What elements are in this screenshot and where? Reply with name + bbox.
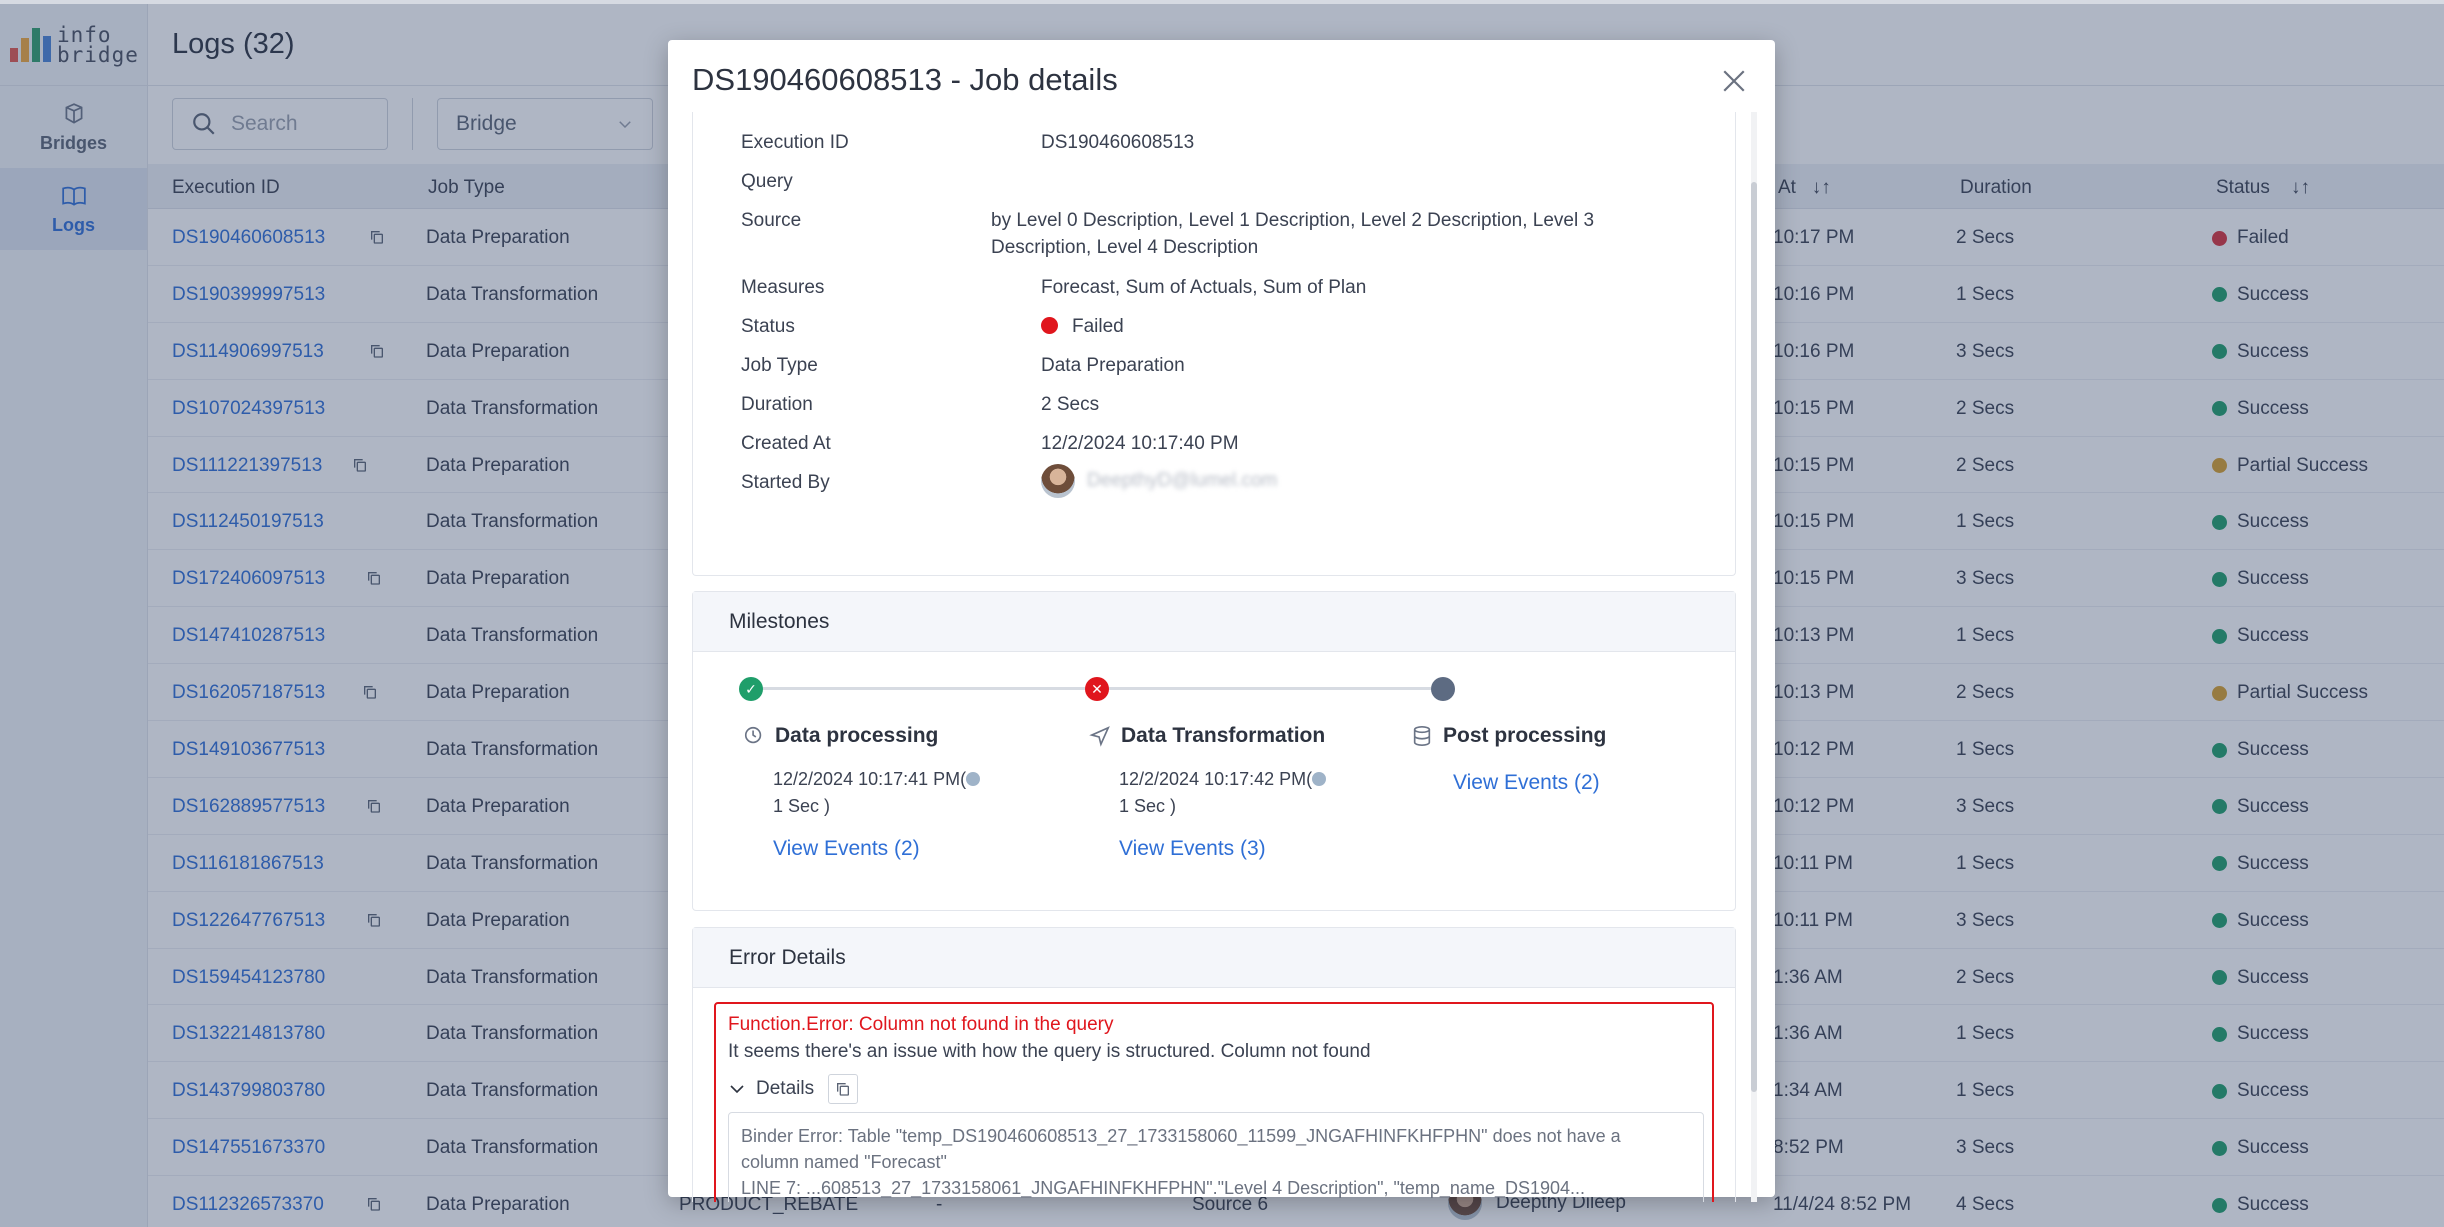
scrollbar-thumb[interactable] (1751, 182, 1757, 1092)
close-icon[interactable] (1721, 68, 1747, 94)
copy-icon (837, 1083, 850, 1096)
error-details-text[interactable]: Binder Error: Table "temp_DS190460608513… (728, 1112, 1704, 1202)
duration-label: Duration (741, 394, 813, 415)
error-title: Function.Error: Column not found in the … (728, 1014, 1114, 1035)
error-details-line: LINE 7: ...608513_27_1733158061_JNGAFHIN… (741, 1178, 1586, 1198)
error-details-line: column named "Forecast" (741, 1152, 947, 1172)
milestone-success-icon: ✓ (739, 677, 763, 701)
modal-body[interactable]: Execution ID DS190460608513 Query Source… (692, 112, 1755, 1202)
measures-value: Forecast, Sum of Actuals, Sum of Plan (1041, 277, 1367, 298)
milestone-time: 12/2/2024 10:17:41 PM( 1 Sec ) (773, 766, 981, 820)
duration-value: 2 Secs (1041, 394, 1100, 415)
details-toggle[interactable]: Details (728, 1074, 859, 1104)
view-events-link[interactable]: View Events (3) (1119, 837, 1266, 861)
error-details-heading: Error Details (693, 928, 1735, 988)
milestones-heading: Milestones (693, 592, 1735, 652)
source-value-line2: Description, Level 4 Description (991, 237, 1259, 258)
modal-scrollbar[interactable] (1751, 112, 1757, 1202)
job-type-label: Job Type (741, 355, 818, 376)
execution-id-value: DS190460608513 (1041, 132, 1195, 153)
status-value-text: Failed (1072, 316, 1124, 337)
milestone-title: Post processing (1443, 724, 1607, 747)
milestone-post-processing: Post processing (1411, 724, 1606, 748)
started-by-label: Started By (741, 472, 830, 493)
milestone-data-processing: Data processing (743, 724, 938, 748)
source-value-line1: by Level 0 Description, Level 1 Descript… (991, 210, 1595, 231)
details-label: Details (756, 1078, 815, 1099)
query-label: Query (741, 171, 793, 192)
created-at-label: Created At (741, 433, 831, 454)
milestone-time-duration: 1 Sec ) (773, 796, 831, 816)
milestone-title: Data Transformation (1121, 724, 1326, 747)
avatar (1041, 464, 1075, 498)
milestone-pending-icon (1431, 677, 1455, 701)
execution-id-label: Execution ID (741, 132, 849, 153)
milestone-time: 12/2/2024 10:17:42 PM( 1 Sec ) (1119, 766, 1327, 820)
measures-label: Measures (741, 277, 825, 298)
clock-icon (1312, 772, 1327, 786)
job-type-value: Data Preparation (1041, 355, 1185, 376)
job-details-modal: DS190460608513 - Job details Execution I… (668, 40, 1775, 1202)
error-details-card: Error Details Function.Error: Column not… (692, 927, 1736, 1202)
milestones-card: Milestones ✓ ✕ Data processing 12/2/2024… (692, 591, 1736, 911)
error-details-line: Binder Error: Table "temp_DS190460608513… (741, 1126, 1621, 1146)
failed-status-dot (1041, 317, 1058, 334)
started-by-value: DeepthyD@lumel.com (1041, 464, 1277, 498)
clock-icon (966, 772, 981, 786)
milestone-title: Data processing (775, 724, 939, 747)
status-label: Status (741, 316, 795, 337)
error-message: It seems there's an issue with how the q… (728, 1041, 1371, 1062)
database-icon (1413, 726, 1431, 746)
created-at-value: 12/2/2024 10:17:40 PM (1041, 433, 1239, 454)
modal-title: DS190460608513 - Job details (692, 62, 1118, 97)
source-label: Source (741, 210, 802, 231)
send-icon (1089, 726, 1110, 747)
view-events-link[interactable]: View Events (2) (773, 837, 920, 861)
job-info-card: Execution ID DS190460608513 Query Source… (692, 112, 1736, 576)
milestone-error-icon: ✕ (1085, 677, 1109, 701)
view-events-link[interactable]: View Events (2) (1453, 771, 1600, 795)
milestone-time-start: 12/2/2024 10:17:42 PM( (1119, 769, 1313, 789)
status-value: Failed (1041, 316, 1124, 338)
clock-settings-icon (744, 726, 762, 744)
copy-button[interactable] (828, 1074, 859, 1104)
milestone-data-transformation: Data Transformation (1089, 724, 1325, 748)
started-by-email: DeepthyD@lumel.com (1087, 470, 1278, 491)
milestone-time-start: 12/2/2024 10:17:41 PM( (773, 769, 967, 789)
chevron-down-icon (730, 1085, 744, 1094)
milestone-time-duration: 1 Sec ) (1119, 796, 1177, 816)
error-box: Function.Error: Column not found in the … (714, 1002, 1714, 1202)
